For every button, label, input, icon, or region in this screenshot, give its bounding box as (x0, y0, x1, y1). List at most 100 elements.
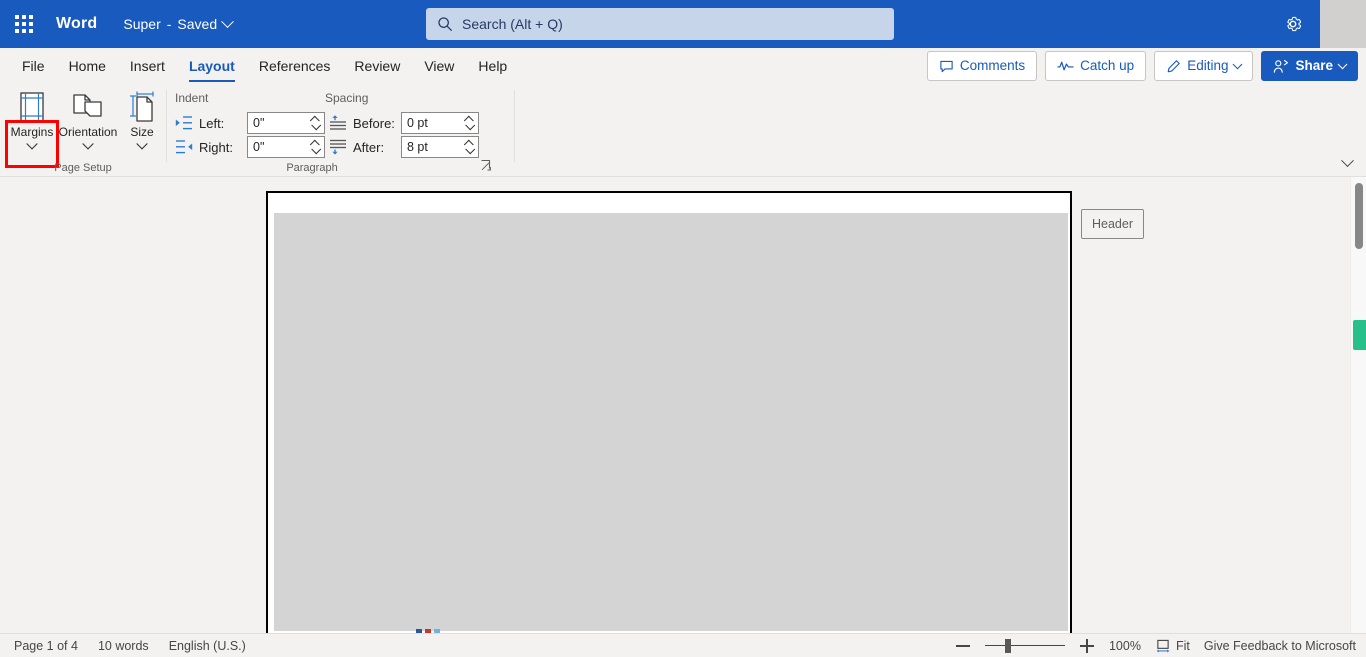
gear-icon (1287, 16, 1302, 32)
waffle-grid-icon (15, 15, 33, 33)
tab-references[interactable]: References (247, 48, 343, 84)
tab-layout[interactable]: Layout (177, 48, 247, 84)
feedback-link[interactable]: Give Feedback to Microsoft (1204, 639, 1356, 653)
title-separator: - (166, 16, 172, 32)
indent-left-label: Left: (199, 115, 225, 131)
zoom-out-button[interactable] (955, 638, 971, 654)
page-size-icon (125, 88, 159, 126)
tab-help[interactable]: Help (466, 48, 519, 84)
status-bar: Page 1 of 4 10 words English (U.S.) 100%… (0, 633, 1366, 657)
status-left: Page 1 of 4 10 words English (U.S.) (14, 639, 246, 653)
chevron-down-icon (1340, 153, 1354, 167)
indent-section-label: Indent (175, 91, 209, 105)
catch-up-label: Catch up (1080, 58, 1135, 74)
paragraph-group-label: Paragraph (286, 162, 338, 174)
ribbon-actions: Comments Catch up Editing Share (926, 48, 1358, 84)
tab-home[interactable]: Home (57, 48, 118, 84)
tab-review[interactable]: Review (342, 48, 412, 84)
tab-label: File (22, 58, 45, 74)
indent-right-input[interactable]: 0" (247, 136, 325, 158)
page-setup-group-label: Page Setup (54, 162, 112, 174)
tab-label: View (424, 58, 455, 74)
spacing-after-value: 8 pt (407, 140, 428, 154)
margins-icon (15, 88, 49, 126)
spacing-before-row: Before: 0 pt (329, 112, 479, 134)
size-button[interactable]: Size (113, 88, 171, 158)
spacing-after-stepper[interactable] (462, 137, 476, 157)
zoom-slider-thumb[interactable] (1004, 638, 1011, 653)
chevron-down-icon (26, 138, 38, 150)
document-canvas[interactable] (0, 177, 1366, 633)
tab-view[interactable]: View (412, 48, 466, 84)
spacing-after-label: After: (353, 139, 385, 155)
spacing-after-row: After: 8 pt (329, 136, 479, 158)
chevron-down-icon (1337, 58, 1348, 69)
size-label: Size (130, 125, 154, 139)
tab-insert[interactable]: Insert (118, 48, 177, 84)
collapse-ribbon-button[interactable] (1336, 153, 1358, 172)
comment-bubble-icon (940, 60, 953, 72)
chevron-down-icon (221, 14, 234, 28)
vertical-scrollbar[interactable] (1350, 177, 1366, 633)
document-title-menu[interactable]: Super - Saved (123, 14, 234, 32)
share-button[interactable]: Share (1261, 51, 1358, 81)
editing-mode-button[interactable]: Editing (1154, 51, 1254, 81)
group-divider (514, 90, 515, 162)
document-page[interactable] (266, 191, 1072, 633)
catch-up-button[interactable]: Catch up (1045, 51, 1147, 81)
zoom-level[interactable]: 100% (1109, 639, 1141, 653)
zoom-slider[interactable] (984, 638, 1065, 654)
search-placeholder: Search (Alt + Q) (462, 16, 563, 32)
share-label: Share (1295, 58, 1333, 74)
ribbon-tab-strip: File Home Insert Layout References Revie… (0, 48, 1366, 84)
tab-file[interactable]: File (10, 48, 57, 84)
word-count[interactable]: 10 words (98, 639, 149, 653)
scrollbar-thumb[interactable] (1355, 183, 1363, 249)
tab-label: References (258, 58, 331, 74)
spacing-after-icon (330, 139, 346, 155)
page-content-selection[interactable] (274, 213, 1068, 631)
settings-button[interactable] (1278, 10, 1308, 38)
indent-right-icon (176, 140, 193, 154)
page-indicator[interactable]: Page 1 of 4 (14, 639, 78, 653)
search-input[interactable]: Search (Alt + Q) (426, 8, 894, 40)
title-bar: Word Super - Saved Search (Alt + Q) (0, 0, 1320, 48)
page-bottom-glyphs (416, 626, 460, 633)
chevron-down-icon (82, 138, 94, 150)
document-name: Super (123, 16, 161, 32)
collaborator-position-marker[interactable] (1353, 320, 1366, 350)
ribbon-group-page-setup: Margins Orientation Size Page Setup (0, 84, 166, 177)
ribbon: Margins Orientation Size Page Setup Inde… (0, 84, 1366, 177)
indent-left-icon (175, 116, 192, 130)
paragraph-dialog-launcher[interactable] (480, 159, 494, 173)
language-indicator[interactable]: English (U.S.) (169, 639, 246, 653)
spacing-before-stepper[interactable] (462, 113, 476, 133)
tab-label: Help (478, 58, 508, 74)
app-launcher-button[interactable] (0, 0, 48, 48)
fit-page-button[interactable]: Fit (1155, 639, 1190, 653)
tab-label: Home (68, 58, 106, 74)
indent-left-value: 0" (253, 116, 265, 130)
spacing-before-input[interactable]: 0 pt (401, 112, 479, 134)
indent-left-input[interactable]: 0" (247, 112, 325, 134)
margins-button[interactable]: Margins (3, 88, 61, 158)
indent-right-stepper[interactable] (308, 137, 322, 157)
save-state: Saved (177, 16, 218, 32)
person-share-icon (1274, 59, 1289, 73)
search-icon (438, 17, 452, 31)
spacing-before-value: 0 pt (407, 116, 428, 130)
indent-left-stepper[interactable] (308, 113, 322, 133)
tab-label: Insert (129, 58, 165, 74)
app-name: Word (56, 15, 98, 32)
fit-page-icon (1156, 639, 1170, 652)
dialog-launcher-icon (481, 159, 491, 171)
zoom-in-button[interactable] (1079, 638, 1095, 654)
header-region-tag[interactable]: Header (1081, 209, 1144, 239)
spacing-after-input[interactable]: 8 pt (401, 136, 479, 158)
comments-button[interactable]: Comments (926, 51, 1038, 81)
indent-left-row: Left: 0" (175, 112, 325, 134)
orientation-button[interactable]: Orientation (59, 88, 117, 158)
fit-label: Fit (1175, 638, 1190, 653)
tab-label: Review (354, 58, 401, 74)
tab-label: Layout (188, 58, 235, 74)
